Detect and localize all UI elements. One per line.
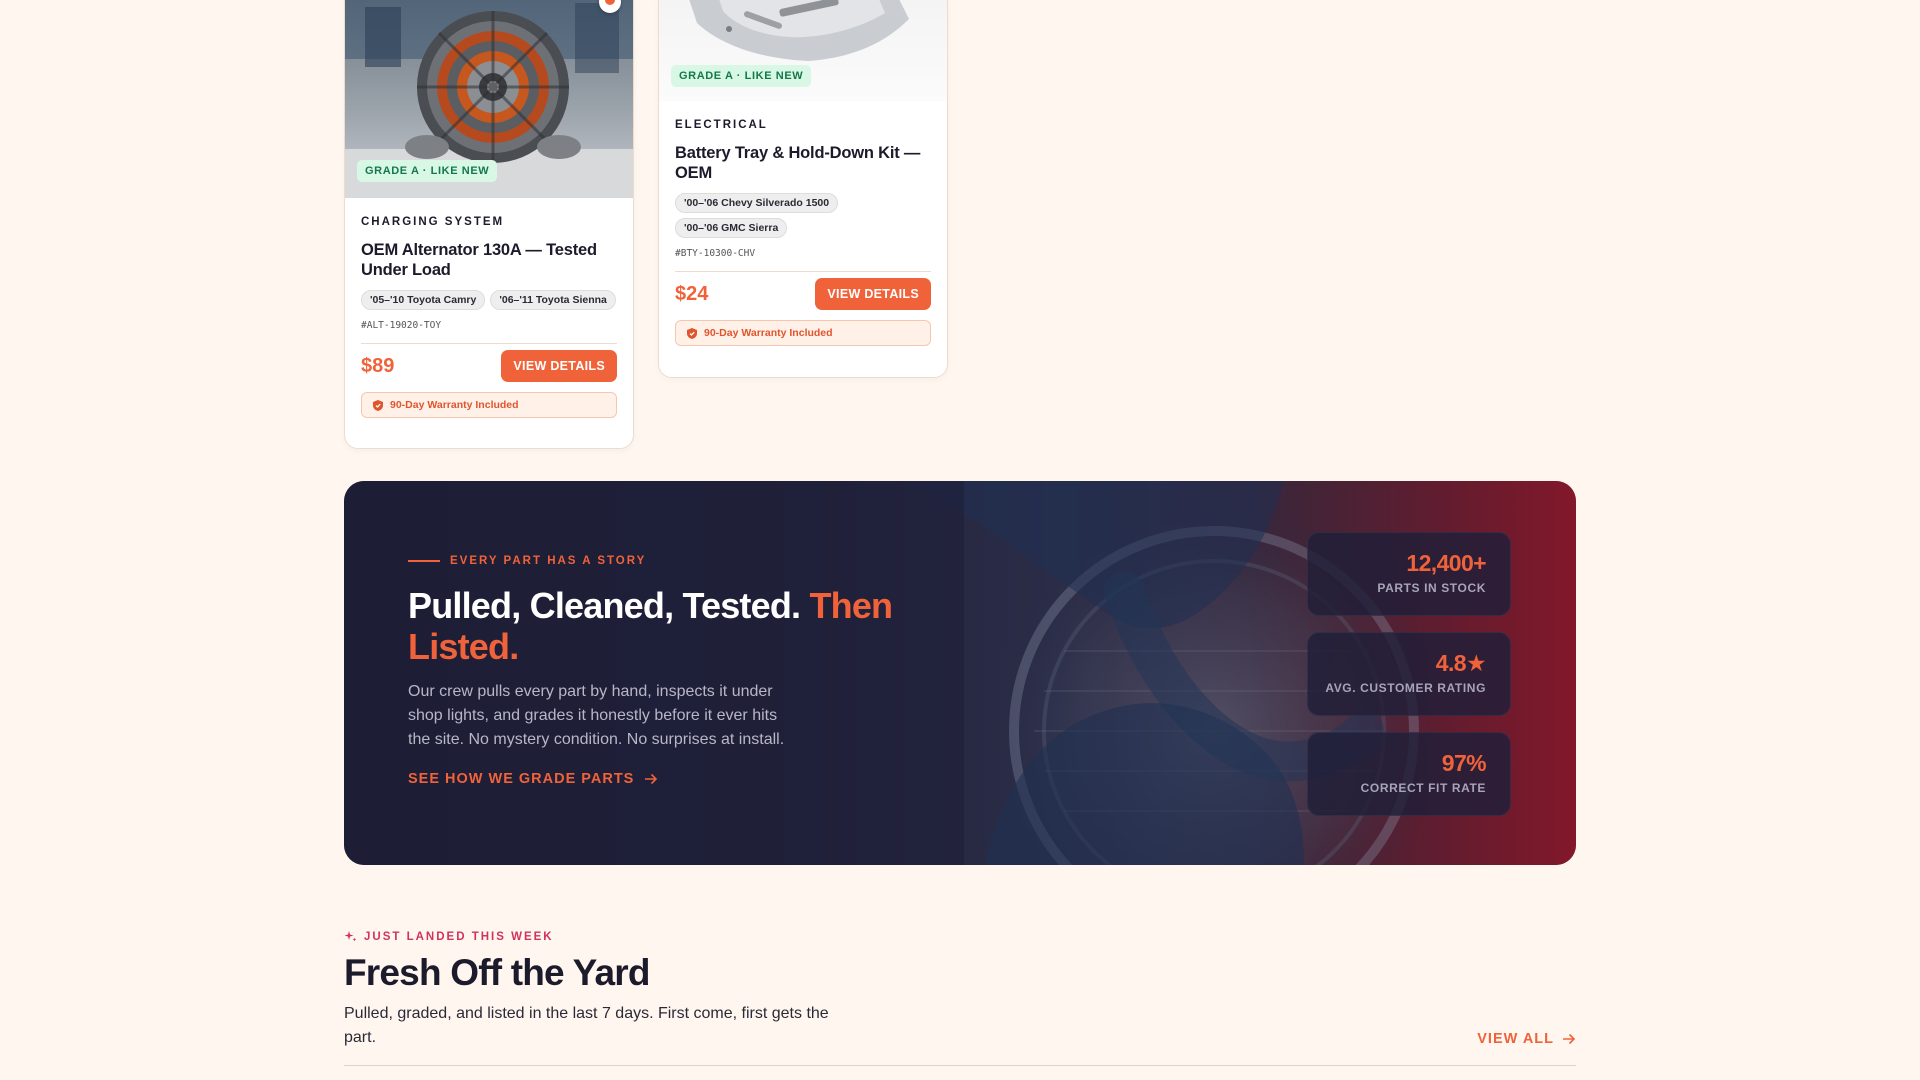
product-title[interactable]: OEM Alternator 130A — Tested Under Load [361,240,617,280]
story-heading-main: Pulled, Cleaned, Tested. [408,585,801,626]
shield-icon [687,327,697,339]
stat-label: PARTS IN STOCK [1377,581,1486,595]
product-title[interactable]: Battery Tray & Hold-Down Kit — OEM [675,143,931,183]
product-sku: #BTY-10300-CHV [675,248,756,259]
stat-card: 12,400+ PARTS IN STOCK [1307,532,1511,616]
product-image-alternator[interactable]: GRADE A · LIKE NEW [345,0,633,198]
stat-card: 4.8★ AVG. CUSTOMER RATING [1307,632,1511,716]
view-all-label: VIEW ALL [1477,1031,1554,1047]
warranty-badge: 90-Day Warranty Included [675,320,931,346]
fresh-eyebrow-text: JUST LANDED THIS WEEK [364,930,554,943]
product-sku: #ALT-19020-TOY [361,320,442,331]
stat-label: AVG. CUSTOMER RATING [1325,681,1486,695]
fitment-tag: '06–'11 Toyota Sienna [490,290,616,310]
warranty-text: 90-Day Warranty Included [704,327,833,339]
view-details-button[interactable]: VIEW DETAILS [815,278,931,310]
fitment-tag: '00–'06 GMC Sierra [675,218,788,238]
warranty-text: 90-Day Warranty Included [390,399,519,411]
story-eyebrow: EVERY PART HAS A STORY [408,555,646,567]
stat-value: 97% [1441,750,1487,776]
warranty-badge: 90-Day Warranty Included [361,392,617,418]
stat-card: 97% CORRECT FIT RATE [1307,732,1511,816]
fresh-eyebrow: JUST LANDED THIS WEEK [344,930,554,943]
section-divider [344,1065,1576,1066]
story-banner: EVERY PART HAS A STORY Pulled, Cleaned, … [344,481,1576,865]
story-eyebrow-text: EVERY PART HAS A STORY [450,555,647,567]
stat-value: 12,400+ [1406,550,1486,576]
product-card[interactable]: GRADE A · LIKE NEW CHARGING SYSTEM OEM A… [344,0,634,449]
product-card[interactable]: GRADE A · LIKE NEW ELECTRICAL Battery Tr… [658,0,948,378]
fitment-tag: '05–'10 Toyota Camry [361,290,486,310]
story-body: Our crew pulls every part by hand, inspe… [408,683,785,748]
story-heading: Pulled, Cleaned, Tested. Then Listed. [408,585,928,667]
view-all-link[interactable]: VIEW ALL [1477,1031,1576,1047]
eyebrow-line [408,560,440,562]
shield-icon [373,399,383,411]
product-category: CHARGING SYSTEM [361,216,505,228]
fitment-tag: '00–'06 Chevy Silverado 1500 [675,193,839,213]
card-divider [361,343,617,344]
product-price: $89 [361,354,395,377]
grade-badge: GRADE A · LIKE NEW [671,65,812,87]
product-category: ELECTRICAL [675,119,768,131]
product-price: $24 [675,282,709,305]
section-subtitle: Pulled, graded, and listed in the last 7… [344,1005,829,1046]
view-details-button[interactable]: VIEW DETAILS [501,350,617,382]
card-divider [675,271,931,272]
stat-value: 4.8★ [1435,650,1487,676]
section-title: Fresh Off the Yard [344,952,650,993]
stat-label: CORRECT FIT RATE [1360,781,1486,795]
arrow-right-icon [645,773,658,785]
grade-badge: GRADE A · LIKE NEW [357,160,498,182]
sparkle-icon [344,931,357,942]
fitment-tags: '00–'06 Chevy Silverado 1500 '00–'06 GMC… [675,193,931,238]
fitment-tags: '05–'10 Toyota Camry '06–'11 Toyota Sien… [361,290,617,310]
see-grading-link[interactable]: SEE HOW WE GRADE PARTS [408,771,658,787]
product-image-battery-tray[interactable]: GRADE A · LIKE NEW [659,0,947,101]
arrow-right-icon [1563,1033,1576,1045]
see-grading-link-label: SEE HOW WE GRADE PARTS [408,771,635,787]
